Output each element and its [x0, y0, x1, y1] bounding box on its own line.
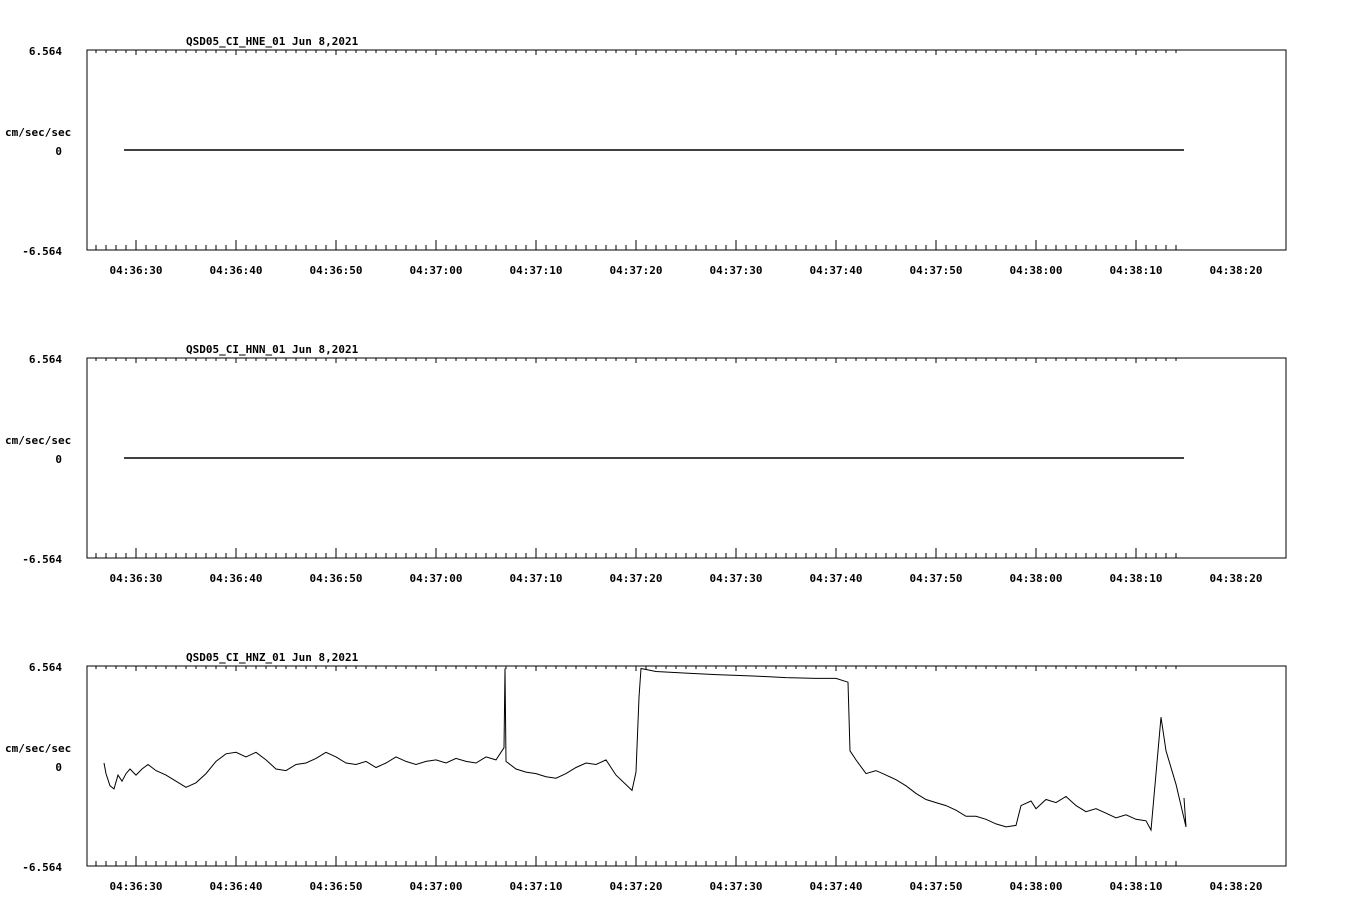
panel-title: QSD05_CI_HNZ_01 Jun 8,2021 — [186, 651, 359, 664]
x-tick-label: 04:38:20 — [1210, 572, 1263, 585]
x-tick-label: 04:37:30 — [710, 880, 763, 893]
y-max-label: 6.564 — [29, 353, 62, 366]
y-zero-label: 0 — [55, 761, 62, 774]
x-tick-label: 04:36:40 — [210, 572, 263, 585]
x-tick-label: 04:36:50 — [310, 880, 363, 893]
x-tick-label: 04:37:40 — [810, 572, 863, 585]
y-zero-label: 0 — [55, 453, 62, 466]
y-min-label: -6.564 — [22, 553, 62, 566]
y-min-label: -6.564 — [22, 861, 62, 874]
x-tick-label: 04:37:00 — [410, 572, 463, 585]
panel-hne: QSD05_CI_HNE_01 Jun 8,2021 6.564 0 -6.56… — [5, 35, 1287, 277]
x-tick-label: 04:37:50 — [910, 880, 963, 893]
x-tick-label: 04:37:00 — [410, 880, 463, 893]
x-tick-label: 04:38:10 — [1110, 264, 1163, 277]
y-min-label: -6.564 — [22, 245, 62, 258]
x-tick-label: 04:37:20 — [610, 264, 663, 277]
x-tick-label: 04:36:50 — [310, 264, 363, 277]
x-tick-label: 04:37:20 — [610, 572, 663, 585]
x-tick-label: 04:38:20 — [1210, 264, 1263, 277]
x-tick-label: 04:37:50 — [910, 264, 963, 277]
y-max-label: 6.564 — [29, 45, 62, 58]
x-tick-label: 04:36:30 — [110, 264, 163, 277]
x-tick-label: 04:38:20 — [1210, 880, 1263, 893]
plot-frame — [86, 665, 1287, 867]
panel-title: QSD05_CI_HNN_01 Jun 8,2021 — [186, 343, 359, 356]
waveform-trace — [103, 667, 1187, 832]
x-tick-label: 04:37:30 — [710, 264, 763, 277]
x-tick-label: 04:38:00 — [1010, 880, 1063, 893]
x-axis-labels: 04:36:30 04:36:40 04:36:50 04:37:00 04:37:10… — [110, 880, 1263, 893]
x-tick-label: 04:38:10 — [1110, 572, 1163, 585]
x-tick-label: 04:37:40 — [810, 264, 863, 277]
x-tick-label: 04:37:20 — [610, 880, 663, 893]
y-axis-label: cm/sec/sec — [5, 126, 71, 139]
x-tick-label: 04:37:10 — [510, 572, 563, 585]
x-tick-label: 04:36:30 — [110, 572, 163, 585]
x-tick-label: 04:36:40 — [210, 880, 263, 893]
panel-hnz: QSD05_CI_HNZ_01 Jun 8,2021 6.564 0 -6.56… — [5, 651, 1287, 893]
y-axis-label: cm/sec/sec — [5, 742, 71, 755]
x-tick-label: 04:37:50 — [910, 572, 963, 585]
y-max-label: 6.564 — [29, 661, 62, 674]
x-tick-label: 04:37:10 — [510, 880, 563, 893]
seismogram-figure: QSD05_CI_HNE_01 Jun 8,2021 6.564 0 -6.56… — [5, 35, 1287, 893]
x-tick-label: 04:36:40 — [210, 264, 263, 277]
x-tick-label: 04:38:10 — [1110, 880, 1163, 893]
y-zero-label: 0 — [55, 145, 62, 158]
x-tick-label: 04:36:30 — [110, 880, 163, 893]
x-tick-label: 04:38:00 — [1010, 572, 1063, 585]
x-tick-label: 04:37:30 — [710, 572, 763, 585]
y-axis-label: cm/sec/sec — [5, 434, 71, 447]
x-tick-label: 04:37:00 — [410, 264, 463, 277]
x-tick-label: 04:37:10 — [510, 264, 563, 277]
panel-title: QSD05_CI_HNE_01 Jun 8,2021 — [186, 35, 359, 48]
x-tick-label: 04:38:00 — [1010, 264, 1063, 277]
x-axis-labels: 04:36:30 04:36:40 04:36:50 04:37:00 04:37:10… — [110, 264, 1263, 277]
panel-hnn: QSD05_CI_HNN_01 Jun 8,2021 6.564 0 -6.56… — [5, 343, 1287, 585]
x-tick-label: 04:36:50 — [310, 572, 363, 585]
x-axis-labels: 04:36:30 04:36:40 04:36:50 04:37:00 04:37:10… — [110, 572, 1263, 585]
x-tick-label: 04:37:40 — [810, 880, 863, 893]
